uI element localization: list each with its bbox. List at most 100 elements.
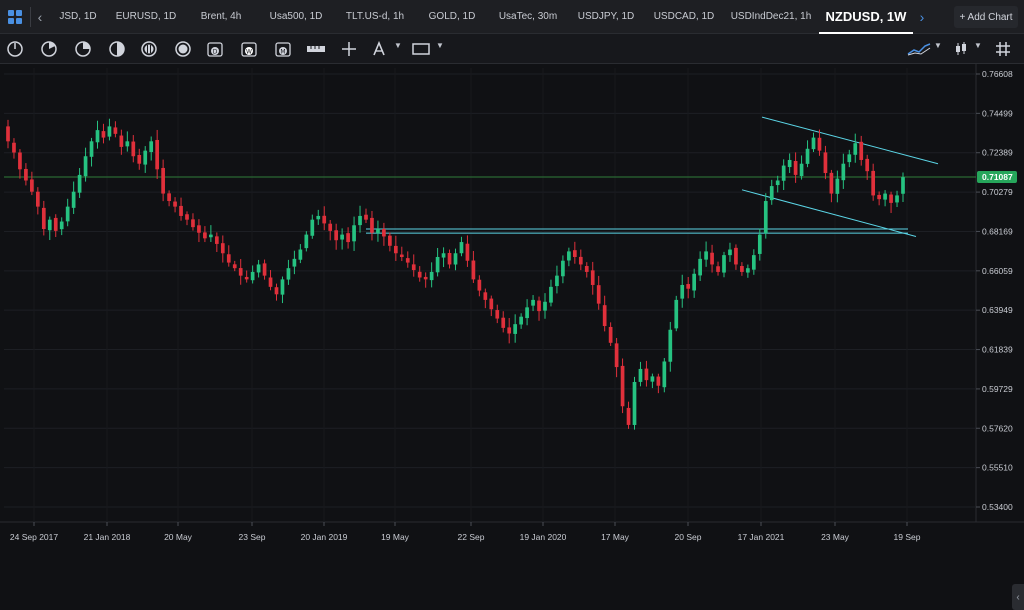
collapse-panel-button[interactable]: ‹ (1012, 584, 1024, 610)
calendar-m-tool[interactable]: M (272, 38, 294, 60)
rectangle-tool-dropdown-icon[interactable]: ▼ (436, 41, 444, 50)
candle-body (710, 252, 714, 265)
tabs-prev-button[interactable]: ‹ (31, 9, 49, 25)
circle-lines-tool[interactable] (138, 38, 160, 60)
x-tick-label: 22 Sep (458, 532, 485, 542)
candle-body (125, 141, 130, 147)
candle-body (203, 232, 207, 239)
candle-body (197, 225, 201, 233)
add-chart-button[interactable]: + Add Chart (954, 6, 1018, 28)
candle-body (65, 206, 70, 222)
clock-half-icon (41, 41, 57, 57)
calendar-w-tool[interactable]: W (238, 38, 260, 60)
layout-grid-button[interactable] (0, 0, 30, 34)
rectangle-tool[interactable] (410, 38, 432, 60)
candle-body (35, 191, 40, 207)
candle-body (555, 275, 559, 287)
candle-body (859, 141, 864, 160)
chart-type-dropdown-icon[interactable]: ▼ (974, 41, 982, 50)
candle-body (477, 279, 482, 291)
ruler-tool[interactable] (304, 38, 328, 60)
tab-usa500[interactable]: Usa500, 1D (257, 0, 335, 34)
candle-body (322, 215, 327, 224)
candle-body (793, 160, 798, 175)
y-tick-label: 0.53400 (982, 502, 1013, 512)
candle-body (680, 284, 685, 299)
candle-body (650, 376, 655, 382)
grid-toggle[interactable] (992, 38, 1014, 60)
y-tick-label: 0.74499 (982, 108, 1013, 118)
candle-body (334, 230, 339, 241)
tab-usdind[interactable]: USDIndDec21, 1h (723, 0, 819, 34)
candle-body (191, 219, 195, 228)
clock-three-quarter-tool[interactable] (72, 38, 94, 60)
candle-body (59, 221, 64, 230)
candle-body (471, 260, 476, 280)
indicator-dropdown-icon[interactable]: ▼ (934, 41, 942, 50)
candle-body (459, 242, 464, 254)
circle-lines-icon (141, 41, 157, 57)
candle-body (411, 264, 416, 271)
x-tick-label: 20 May (164, 532, 193, 542)
candle-body (901, 177, 905, 194)
candle-body (429, 271, 434, 281)
candle-body (817, 137, 822, 151)
text-tool-dropdown-icon[interactable]: ▼ (394, 41, 402, 50)
tab-usatec[interactable]: UsaTec, 30m (489, 0, 567, 34)
candle-body (572, 250, 577, 257)
x-tick-label: 23 Sep (239, 532, 266, 542)
candle-body (83, 156, 88, 177)
half-circle-tool[interactable] (106, 38, 128, 60)
candle-body (889, 194, 893, 203)
candle-body (751, 255, 756, 270)
tabs-next-button[interactable]: › (913, 9, 931, 25)
circle-solid-tool[interactable] (172, 38, 194, 60)
chart-tabs: JSD, 1D EURUSD, 1D Brent, 4h Usa500, 1D … (49, 0, 913, 34)
candle-body (173, 201, 177, 207)
candle-body (811, 137, 816, 150)
grid-icon (996, 42, 1010, 56)
svg-text:D: D (213, 49, 218, 56)
clock-quarter-tool[interactable] (4, 38, 26, 60)
candle-body (119, 135, 124, 147)
candle-body (853, 143, 858, 155)
tab-jsd[interactable]: JSD, 1D (49, 0, 107, 34)
candle-body (131, 141, 136, 157)
candle-body (262, 263, 267, 276)
tab-nzdusd[interactable]: NZDUSD, 1W (819, 0, 913, 34)
candle-body (483, 292, 488, 300)
candle-body (346, 233, 350, 243)
candle-body (841, 163, 846, 181)
indicator-line-tool[interactable] (906, 38, 932, 60)
calendar-d-tool[interactable]: D (204, 38, 226, 60)
tab-usdjpy[interactable]: USDJPY, 1D (567, 0, 645, 34)
svg-text:W: W (246, 49, 252, 56)
clock-three-quarter-icon (75, 41, 91, 57)
candle-body (716, 266, 720, 272)
candle-body (513, 324, 518, 334)
candle-body (740, 266, 744, 272)
candle-body (632, 381, 637, 425)
candle-body (423, 276, 428, 280)
tab-brent[interactable]: Brent, 4h (185, 0, 257, 34)
candle-body (656, 376, 661, 386)
candle-body (137, 154, 142, 164)
tab-eurusd[interactable]: EURUSD, 1D (107, 0, 185, 34)
clock-half-tool[interactable] (38, 38, 60, 60)
price-chart[interactable]: 0.76608 0.74499 0.72389 0.70279 0.68169 0.660… (0, 64, 1024, 610)
crosshair-tool[interactable] (338, 38, 360, 60)
candlestick-type-tool[interactable] (950, 38, 972, 60)
rectangle-tool-icon (412, 43, 430, 55)
text-tool[interactable] (368, 38, 390, 60)
candle-body (590, 270, 595, 285)
tab-gold[interactable]: GOLD, 1D (415, 0, 489, 34)
candle-body (316, 215, 321, 220)
candle-body (865, 158, 870, 172)
candle-body (167, 193, 171, 202)
candle-body (561, 260, 565, 277)
tab-usdcad[interactable]: USDCAD, 1D (645, 0, 723, 34)
candle-body (352, 225, 356, 242)
candle-body (388, 235, 392, 246)
tab-tlt[interactable]: TLT.US-d, 1h (335, 0, 415, 34)
candle-body (769, 186, 774, 201)
